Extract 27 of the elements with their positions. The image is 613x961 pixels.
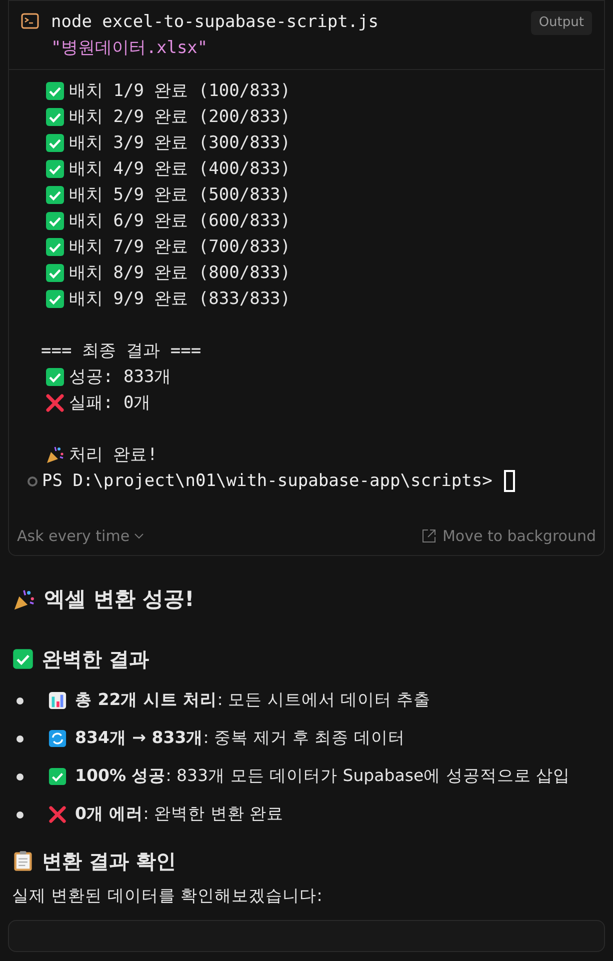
approval-dropdown[interactable]: Ask every time	[17, 524, 144, 547]
terminal-line: 배치 6/9 완료 (600/833)	[69, 210, 291, 233]
output-button[interactable]: Output	[530, 11, 592, 34]
terminal-line: 처리 완료!	[69, 444, 158, 467]
terminal-line: 배치 9/9 완료 (833/833)	[69, 288, 291, 311]
heading: 엑셀 변환 성공!	[44, 586, 194, 613]
list-item-text: 0개 에러: 완벽한 변환 완료	[75, 803, 284, 826]
list-item-text: 100% 성공: 833개 모든 데이터가 Supabase에 성공적으로 삽입	[75, 765, 570, 788]
list-item-text: 총 22개 시트 처리: 모든 시트에서 데이터 추출	[75, 689, 431, 712]
terminal-line: 배치 5/9 완료 (500/833)	[69, 184, 291, 207]
move-to-background-button[interactable]: Move to background	[422, 524, 596, 547]
terminal-line: 배치 4/9 완료 (400/833)	[69, 158, 291, 181]
terminal-line: 배치 2/9 완료 (200/833)	[69, 106, 291, 129]
command-text: node excel-to-supabase-script.js	[51, 11, 380, 34]
command-argument: "병원데이터.xlsx"	[51, 37, 209, 60]
terminal-line: 성공: 833개	[69, 366, 172, 389]
terminal-line: 실패: 0개	[69, 392, 151, 415]
list-item-text: 834개 → 833개: 중복 제거 후 최종 데이터	[75, 727, 405, 750]
terminal-line: 배치 3/9 완료 (300/833)	[69, 132, 291, 155]
prompt-text: PS D:\project\n01\with-supabase-app\scripts>	[42, 470, 492, 493]
terminal-line: 배치 8/9 완료 (800/833)	[69, 262, 291, 285]
heading: 변환 결과 확인	[42, 848, 176, 874]
heading: 완벽한 결과	[42, 646, 149, 672]
terminal-line: 배치 7/9 완료 (700/833)	[69, 236, 291, 259]
terminal-line: === 최종 결과 ===	[41, 340, 202, 363]
terminal-line: 배치 1/9 완료 (100/833)	[69, 80, 291, 103]
paragraph: 실제 변환된 데이터를 확인해보겠습니다:	[11, 884, 324, 906]
